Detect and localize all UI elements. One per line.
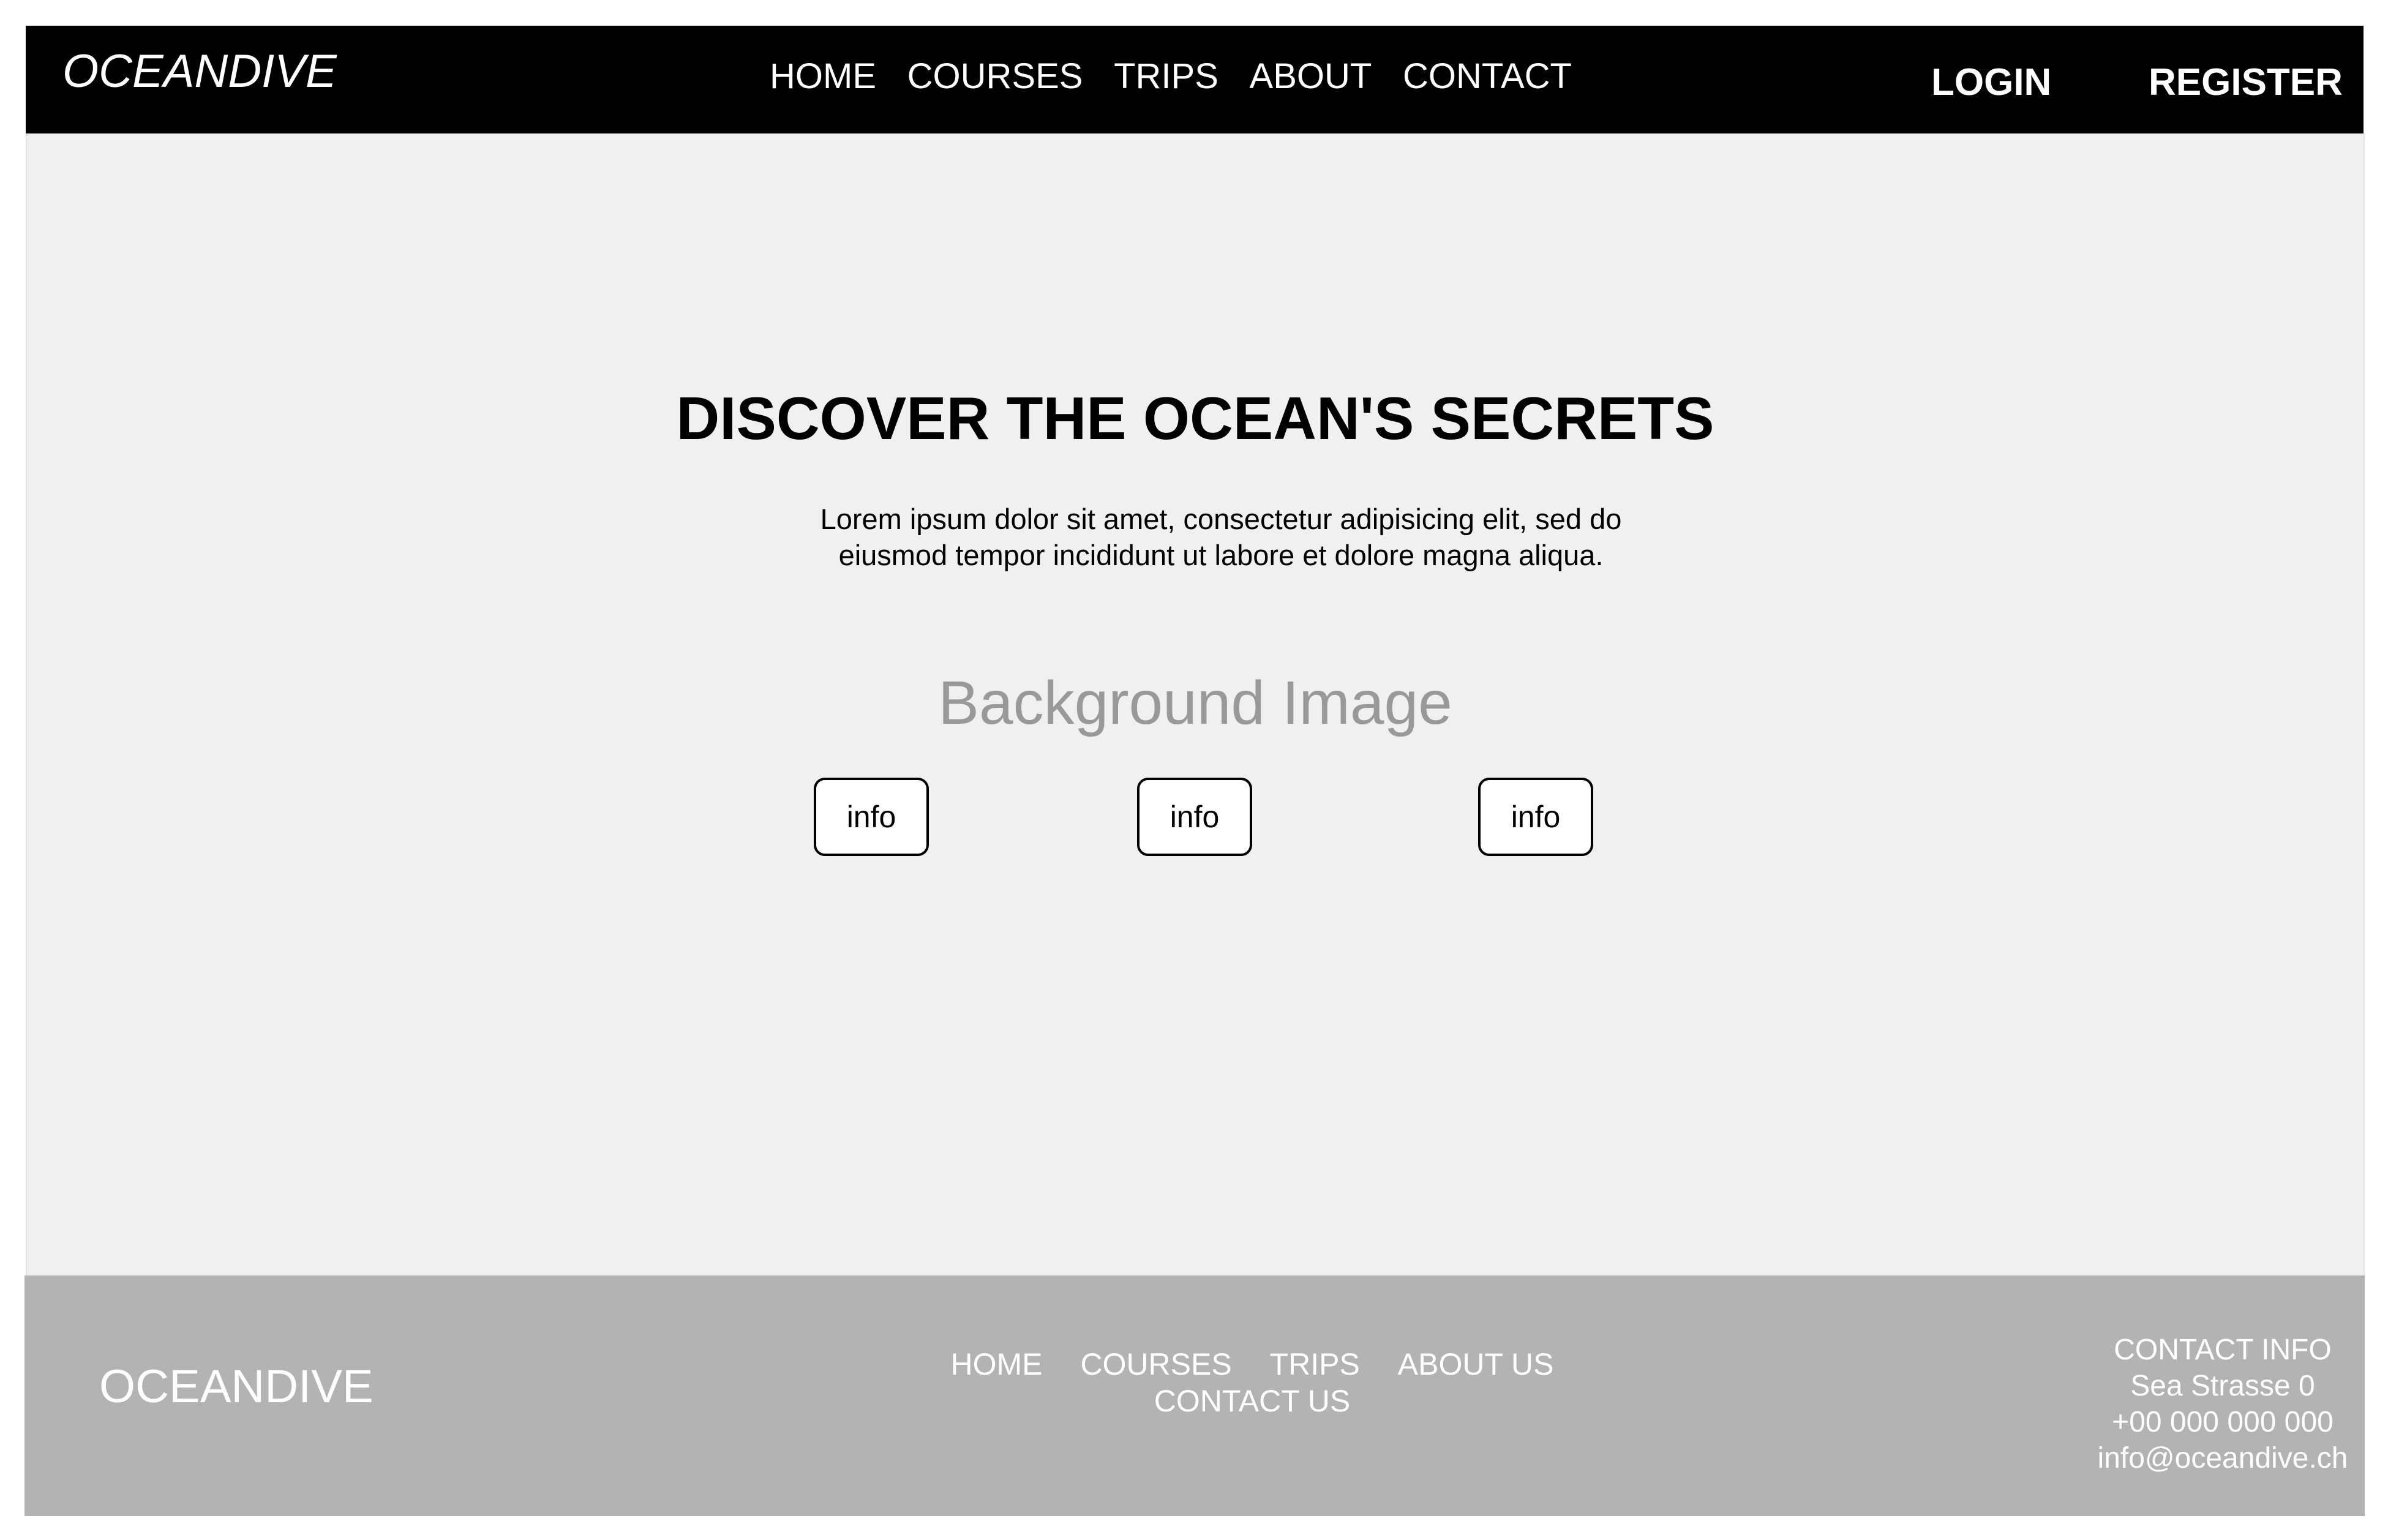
hero-description: Lorem ipsum dolor sit amet, consectetur … bbox=[820, 503, 1622, 571]
footer-link-contact-us[interactable]: CONTACT US bbox=[1154, 1383, 1350, 1419]
site-footer: OCEANDIVE HOME COURSES TRIPS ABOUT US CO… bbox=[24, 1275, 2365, 1516]
footer-link-courses[interactable]: COURSES bbox=[1080, 1346, 1231, 1383]
main-nav: HOME COURSES TRIPS ABOUT CONTACT bbox=[770, 55, 1572, 98]
hero-section: DISCOVER THE OCEAN'S SECRETS Lorem ipsum… bbox=[26, 133, 2365, 1275]
site-header: OCEANDIVE HOME COURSES TRIPS ABOUT CONTA… bbox=[26, 26, 2364, 133]
nav-courses[interactable]: COURSES bbox=[907, 55, 1083, 98]
hero-title: DISCOVER THE OCEAN'S SECRETS bbox=[676, 385, 1714, 452]
contact-phone[interactable]: +00 000 000 000 bbox=[2014, 1404, 2388, 1440]
contact-email[interactable]: info@oceandive.ch bbox=[2014, 1440, 2388, 1476]
footer-link-about-us[interactable]: ABOUT US bbox=[1398, 1346, 1554, 1383]
nav-home[interactable]: HOME bbox=[770, 55, 876, 98]
nav-trips[interactable]: TRIPS bbox=[1114, 55, 1218, 98]
info-button-3[interactable]: info bbox=[1478, 778, 1593, 856]
nav-contact[interactable]: CONTACT bbox=[1403, 55, 1572, 98]
footer-logo[interactable]: OCEANDIVE bbox=[99, 1359, 374, 1414]
contact-address: Sea Strasse 0 bbox=[2130, 1370, 2315, 1402]
site-logo[interactable]: OCEANDIVE bbox=[62, 44, 337, 99]
footer-nav: HOME COURSES TRIPS ABOUT US CONTACT US bbox=[882, 1346, 1623, 1419]
nav-about[interactable]: ABOUT bbox=[1250, 55, 1372, 98]
footer-contact-info: CONTACT INFO Sea Strasse 0 +00 000 000 0… bbox=[2014, 1332, 2388, 1476]
info-button-2[interactable]: info bbox=[1137, 778, 1252, 856]
background-image-placeholder: Background Image bbox=[938, 669, 1452, 737]
login-button[interactable]: LOGIN bbox=[1931, 60, 2051, 105]
footer-link-trips[interactable]: TRIPS bbox=[1270, 1346, 1360, 1383]
contact-info-title: CONTACT INFO bbox=[2114, 1334, 2332, 1366]
register-button[interactable]: REGISTER bbox=[2149, 60, 2343, 105]
info-button-1[interactable]: info bbox=[814, 778, 929, 856]
footer-link-home[interactable]: HOME bbox=[951, 1346, 1043, 1383]
